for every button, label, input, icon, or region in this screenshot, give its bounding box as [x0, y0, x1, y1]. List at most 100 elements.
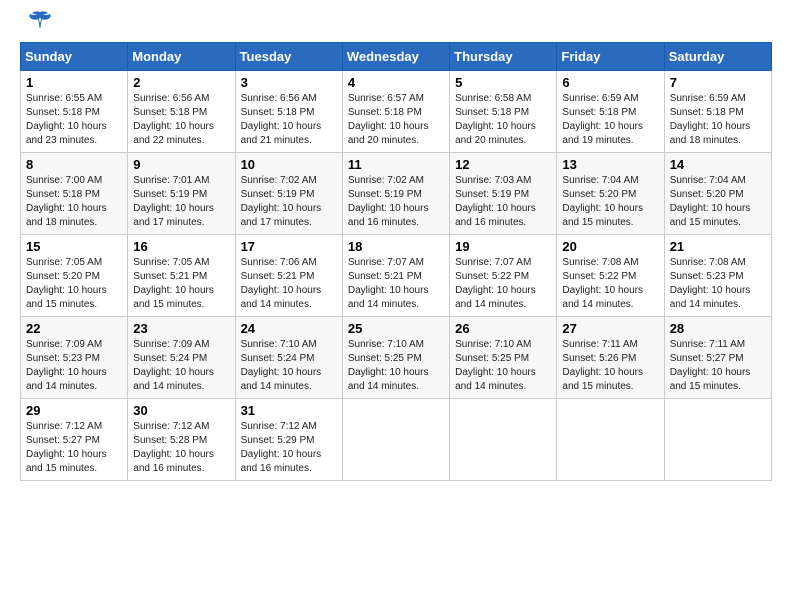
calendar-table: SundayMondayTuesdayWednesdayThursdayFrid… — [20, 42, 772, 481]
day-info: Sunrise: 7:10 AM Sunset: 5:24 PM Dayligh… — [241, 338, 337, 394]
day-info: Sunrise: 6:59 AM Sunset: 5:18 PM Dayligh… — [670, 92, 766, 148]
day-info: Sunrise: 7:05 AM Sunset: 5:20 PM Dayligh… — [26, 256, 122, 312]
day-number: 11 — [348, 157, 444, 172]
day-info: Sunrise: 7:02 AM Sunset: 5:19 PM Dayligh… — [241, 174, 337, 230]
day-number: 4 — [348, 75, 444, 90]
calendar-cell: 23 Sunrise: 7:09 AM Sunset: 5:24 PM Dayli… — [128, 317, 235, 399]
calendar-cell: 30 Sunrise: 7:12 AM Sunset: 5:28 PM Dayli… — [128, 399, 235, 481]
calendar-cell: 4 Sunrise: 6:57 AM Sunset: 5:18 PM Daylig… — [342, 71, 449, 153]
day-info: Sunrise: 7:02 AM Sunset: 5:19 PM Dayligh… — [348, 174, 444, 230]
day-info: Sunrise: 7:12 AM Sunset: 5:28 PM Dayligh… — [133, 420, 229, 476]
page-header — [20, 20, 772, 32]
day-info: Sunrise: 7:01 AM Sunset: 5:19 PM Dayligh… — [133, 174, 229, 230]
day-info: Sunrise: 7:09 AM Sunset: 5:24 PM Dayligh… — [133, 338, 229, 394]
day-of-week-header: Friday — [557, 43, 664, 71]
calendar-cell: 22Sunrise: 7:09 AM Sunset: 5:23 PM Dayli… — [21, 317, 128, 399]
day-number: 27 — [562, 321, 658, 336]
day-number: 23 — [133, 321, 229, 336]
calendar-cell: 16 Sunrise: 7:05 AM Sunset: 5:21 PM Dayli… — [128, 235, 235, 317]
day-number: 26 — [455, 321, 551, 336]
day-number: 21 — [670, 239, 766, 254]
day-info: Sunrise: 7:07 AM Sunset: 5:22 PM Dayligh… — [455, 256, 551, 312]
day-info: Sunrise: 7:12 AM Sunset: 5:27 PM Dayligh… — [26, 420, 122, 476]
calendar-week-row: 29 Sunrise: 7:12 AM Sunset: 5:27 PM Dayli… — [21, 399, 772, 481]
day-number: 2 — [133, 75, 229, 90]
calendar-cell: 26 Sunrise: 7:10 AM Sunset: 5:25 PM Dayli… — [450, 317, 557, 399]
day-info: Sunrise: 7:12 AM Sunset: 5:29 PM Dayligh… — [241, 420, 337, 476]
day-number: 7 — [670, 75, 766, 90]
day-info: Sunrise: 6:56 AM Sunset: 5:18 PM Dayligh… — [241, 92, 337, 148]
day-info: Sunrise: 7:10 AM Sunset: 5:25 PM Dayligh… — [455, 338, 551, 394]
day-number: 16 — [133, 239, 229, 254]
calendar-cell: 3 Sunrise: 6:56 AM Sunset: 5:18 PM Daylig… — [235, 71, 342, 153]
day-info: Sunrise: 7:10 AM Sunset: 5:25 PM Dayligh… — [348, 338, 444, 394]
calendar-cell — [342, 399, 449, 481]
day-number: 29 — [26, 403, 122, 418]
day-info: Sunrise: 6:57 AM Sunset: 5:18 PM Dayligh… — [348, 92, 444, 148]
calendar-week-row: 1 Sunrise: 6:55 AM Sunset: 5:18 PM Daylig… — [21, 71, 772, 153]
day-of-week-header: Tuesday — [235, 43, 342, 71]
calendar-cell: 17 Sunrise: 7:06 AM Sunset: 5:21 PM Dayli… — [235, 235, 342, 317]
calendar-week-row: 15 Sunrise: 7:05 AM Sunset: 5:20 PM Dayli… — [21, 235, 772, 317]
day-info: Sunrise: 7:08 AM Sunset: 5:22 PM Dayligh… — [562, 256, 658, 312]
calendar-cell: 13 Sunrise: 7:04 AM Sunset: 5:20 PM Dayli… — [557, 153, 664, 235]
calendar-cell: 15 Sunrise: 7:05 AM Sunset: 5:20 PM Dayli… — [21, 235, 128, 317]
day-number: 17 — [241, 239, 337, 254]
day-of-week-header: Sunday — [21, 43, 128, 71]
calendar-cell: 5 Sunrise: 6:58 AM Sunset: 5:18 PM Daylig… — [450, 71, 557, 153]
calendar-cell — [557, 399, 664, 481]
calendar-cell: 29 Sunrise: 7:12 AM Sunset: 5:27 PM Dayli… — [21, 399, 128, 481]
day-info: Sunrise: 6:58 AM Sunset: 5:18 PM Dayligh… — [455, 92, 551, 148]
day-info: Sunrise: 6:56 AM Sunset: 5:18 PM Dayligh… — [133, 92, 229, 148]
day-number: 15 — [26, 239, 122, 254]
day-info: Sunrise: 7:09 AM Sunset: 5:23 PM Dayligh… — [26, 338, 122, 394]
calendar-cell: 8Sunrise: 7:00 AM Sunset: 5:18 PM Daylig… — [21, 153, 128, 235]
day-number: 6 — [562, 75, 658, 90]
calendar-cell: 1 Sunrise: 6:55 AM Sunset: 5:18 PM Daylig… — [21, 71, 128, 153]
calendar-cell — [664, 399, 771, 481]
day-of-week-header: Saturday — [664, 43, 771, 71]
calendar-week-row: 8Sunrise: 7:00 AM Sunset: 5:18 PM Daylig… — [21, 153, 772, 235]
day-number: 20 — [562, 239, 658, 254]
day-info: Sunrise: 6:55 AM Sunset: 5:18 PM Dayligh… — [26, 92, 122, 148]
day-info: Sunrise: 7:11 AM Sunset: 5:27 PM Dayligh… — [670, 338, 766, 394]
calendar-cell: 31Sunrise: 7:12 AM Sunset: 5:29 PM Dayli… — [235, 399, 342, 481]
day-info: Sunrise: 7:05 AM Sunset: 5:21 PM Dayligh… — [133, 256, 229, 312]
calendar-cell: 7 Sunrise: 6:59 AM Sunset: 5:18 PM Daylig… — [664, 71, 771, 153]
day-number: 9 — [133, 157, 229, 172]
day-info: Sunrise: 7:08 AM Sunset: 5:23 PM Dayligh… — [670, 256, 766, 312]
day-number: 24 — [241, 321, 337, 336]
day-number: 25 — [348, 321, 444, 336]
day-info: Sunrise: 7:07 AM Sunset: 5:21 PM Dayligh… — [348, 256, 444, 312]
day-number: 19 — [455, 239, 551, 254]
day-number: 13 — [562, 157, 658, 172]
day-number: 5 — [455, 75, 551, 90]
logo-bird-icon — [26, 10, 54, 32]
day-info: Sunrise: 7:03 AM Sunset: 5:19 PM Dayligh… — [455, 174, 551, 230]
day-of-week-header: Wednesday — [342, 43, 449, 71]
calendar-header-row: SundayMondayTuesdayWednesdayThursdayFrid… — [21, 43, 772, 71]
calendar-cell: 28 Sunrise: 7:11 AM Sunset: 5:27 PM Dayli… — [664, 317, 771, 399]
calendar-cell: 24 Sunrise: 7:10 AM Sunset: 5:24 PM Dayli… — [235, 317, 342, 399]
calendar-cell: 25 Sunrise: 7:10 AM Sunset: 5:25 PM Dayli… — [342, 317, 449, 399]
calendar-cell: 9 Sunrise: 7:01 AM Sunset: 5:19 PM Daylig… — [128, 153, 235, 235]
day-number: 12 — [455, 157, 551, 172]
logo — [20, 20, 54, 32]
calendar-cell: 11 Sunrise: 7:02 AM Sunset: 5:19 PM Dayli… — [342, 153, 449, 235]
day-info: Sunrise: 7:06 AM Sunset: 5:21 PM Dayligh… — [241, 256, 337, 312]
calendar-cell: 6 Sunrise: 6:59 AM Sunset: 5:18 PM Daylig… — [557, 71, 664, 153]
day-info: Sunrise: 7:11 AM Sunset: 5:26 PM Dayligh… — [562, 338, 658, 394]
calendar-cell: 14Sunrise: 7:04 AM Sunset: 5:20 PM Dayli… — [664, 153, 771, 235]
day-info: Sunrise: 6:59 AM Sunset: 5:18 PM Dayligh… — [562, 92, 658, 148]
day-number: 30 — [133, 403, 229, 418]
calendar-cell: 19 Sunrise: 7:07 AM Sunset: 5:22 PM Dayli… — [450, 235, 557, 317]
day-number: 28 — [670, 321, 766, 336]
day-number: 1 — [26, 75, 122, 90]
calendar-cell: 20 Sunrise: 7:08 AM Sunset: 5:22 PM Dayli… — [557, 235, 664, 317]
calendar-cell — [450, 399, 557, 481]
calendar-week-row: 22Sunrise: 7:09 AM Sunset: 5:23 PM Dayli… — [21, 317, 772, 399]
day-of-week-header: Monday — [128, 43, 235, 71]
day-number: 3 — [241, 75, 337, 90]
day-info: Sunrise: 7:04 AM Sunset: 5:20 PM Dayligh… — [562, 174, 658, 230]
day-number: 14 — [670, 157, 766, 172]
